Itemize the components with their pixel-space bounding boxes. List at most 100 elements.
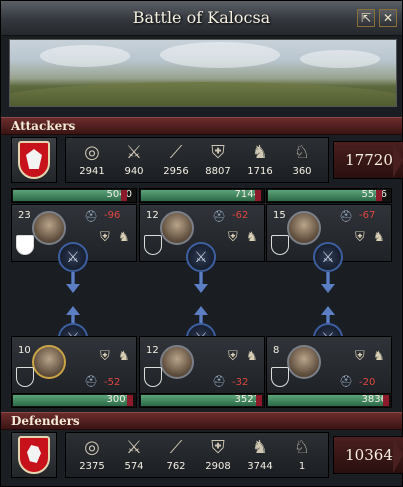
knights-icon: ♘: [293, 142, 311, 163]
defender-unit-light-infantry[interactable]: ⚔ 574: [114, 435, 154, 475]
hp-fill: [268, 190, 376, 201]
zoom-to-battle-button[interactable]: ⇱: [357, 9, 375, 27]
attackers-header: Attackers: [1, 117, 402, 135]
attacker-unit-light-cavalry[interactable]: ♞ 1716: [240, 140, 280, 180]
attacker-total-arrow: [393, 142, 403, 178]
heavy-infantry-icon: ⛨: [211, 142, 225, 163]
light-cavalry-icon: ♞: [251, 142, 269, 163]
hp-value: 5536: [361, 189, 387, 200]
helmet-icon: ⛑: [84, 375, 98, 388]
casualties: -62: [232, 210, 249, 221]
unit-count: 2956: [163, 166, 189, 177]
commander-portrait[interactable]: [32, 211, 66, 245]
helmet-icon: ⛑: [339, 375, 353, 388]
unit-count: 1716: [247, 166, 273, 177]
unit-count: 8807: [205, 166, 231, 177]
attacker-right-tactic-icon[interactable]: ⚔: [313, 242, 343, 272]
window-title: Battle of Kalocsa: [132, 8, 271, 27]
infantry-tactic-icon: ⛨: [355, 230, 365, 245]
defender-total-arrow: [393, 437, 403, 473]
defender-unit-light-cavalry[interactable]: ♞ 3744: [240, 435, 280, 475]
commander-skill: 8: [273, 345, 280, 356]
close-button[interactable]: ✕: [379, 9, 397, 27]
light-infantry-icon: ⚔: [125, 142, 143, 163]
casualties: -67: [359, 210, 376, 221]
hp-value: 5040: [106, 189, 132, 200]
commander-skill: 15: [273, 210, 286, 221]
commander-shield-icon: [271, 367, 289, 387]
commander-portrait[interactable]: [160, 345, 194, 379]
attacker-left-hp-bar: 5040: [11, 188, 137, 203]
knights-icon: ♘: [293, 437, 311, 458]
hp-loss-marker: [127, 395, 133, 406]
archer-icon: ◎: [84, 142, 100, 163]
helmet-icon: ⛑: [339, 210, 353, 223]
defender-center-flank[interactable]: 12 ⛨ ♞ ⛑ -32: [139, 336, 265, 394]
defender-unit-archers[interactable]: ◎ 2375: [72, 435, 112, 475]
commander-portrait[interactable]: [160, 211, 194, 245]
attackers-label: Attackers: [11, 119, 76, 133]
helmet-icon: ⛑: [212, 375, 226, 388]
infantry-tactic-icon: ⛨: [228, 349, 238, 364]
title-bar: Battle of Kalocsa ⇱ ✕: [1, 1, 402, 36]
defender-left-flank[interactable]: 10 ⛨ ♞ ⛑ -52: [11, 336, 137, 394]
archer-icon: ◎: [84, 437, 100, 458]
commander-skill: 12: [146, 345, 159, 356]
commander-portrait[interactable]: [32, 345, 66, 379]
commander-skill: 23: [18, 210, 31, 221]
commander-portrait[interactable]: [287, 211, 321, 245]
commander-skill: 10: [18, 345, 31, 356]
heavy-infantry-icon: ⛨: [211, 437, 225, 458]
casualties: -96: [104, 210, 121, 221]
cavalry-tactic-icon: ♞: [373, 230, 385, 245]
defender-right-flank[interactable]: 8 ⛨ ♞ ⛑ -20: [266, 336, 392, 394]
light-infantry-icon: ⚔: [125, 437, 143, 458]
commander-portrait[interactable]: [287, 345, 321, 379]
attacker-unit-heavy-infantry[interactable]: ⛨ 8807: [198, 140, 238, 180]
defender-left-hp-bar: 3007: [11, 393, 137, 408]
attacker-center-tactic-icon[interactable]: ⚔: [186, 242, 216, 272]
arrow-down-icon: [321, 284, 335, 293]
helmet-icon: ⛑: [84, 210, 98, 223]
attacker-coat-of-arms[interactable]: [11, 137, 57, 183]
attacker-left-tactic-icon[interactable]: ⚔: [58, 242, 88, 272]
pikemen-icon: ⟋: [169, 437, 183, 458]
commander-shield-icon: [144, 235, 162, 255]
defender-coat-of-arms[interactable]: [11, 432, 57, 478]
arrow-down-icon: [66, 284, 80, 293]
casualties: -32: [232, 377, 249, 388]
commander-skill: 12: [146, 210, 159, 221]
unit-count: 574: [124, 461, 144, 472]
hp-loss-marker: [255, 190, 261, 201]
battlefield-image: [9, 39, 397, 107]
hp-loss-marker: [256, 395, 262, 406]
unit-count: 3744: [247, 461, 273, 472]
casualties: -20: [359, 377, 376, 388]
close-icon: ✕: [382, 11, 394, 25]
defender-right-hp-bar: 3836: [266, 393, 392, 408]
defender-center-hp-bar: 3521: [139, 393, 265, 408]
attacker-unit-row: ◎ 2941 ⚔ 940 ⟋ 2956 ⛨ 8807 ♞ 1716 ♘ 360: [65, 137, 329, 183]
attack-line-left: [71, 272, 75, 284]
defender-unit-heavy-infantry[interactable]: ⛨ 2908: [198, 435, 238, 475]
arrow-up-icon: [66, 306, 80, 315]
arrow-up-icon: [321, 306, 335, 315]
attacker-unit-pikemen[interactable]: ⟋ 2956: [156, 140, 196, 180]
defender-unit-knights[interactable]: ♘ 1: [282, 435, 322, 475]
commander-shield-icon: [271, 235, 289, 255]
unit-count: 2908: [205, 461, 231, 472]
zoom-icon: ⇱: [360, 11, 372, 25]
defenders-header: Defenders: [1, 412, 402, 430]
light-cavalry-icon: ♞: [251, 437, 269, 458]
helmet-icon: ⛑: [212, 210, 226, 223]
commander-shield-icon: [144, 367, 162, 387]
attacker-unit-knights[interactable]: ♘ 360: [282, 140, 322, 180]
cavalry-tactic-icon: ♞: [246, 230, 258, 245]
infantry-tactic-icon: ⛨: [100, 349, 110, 364]
unit-count: 762: [166, 461, 186, 472]
attacker-unit-light-infantry[interactable]: ⚔ 940: [114, 140, 154, 180]
commander-shield-icon: [16, 235, 34, 255]
infantry-tactic-icon: ⛨: [100, 230, 110, 245]
defender-unit-pikemen[interactable]: ⟋ 762: [156, 435, 196, 475]
attacker-unit-archers[interactable]: ◎ 2941: [72, 140, 112, 180]
